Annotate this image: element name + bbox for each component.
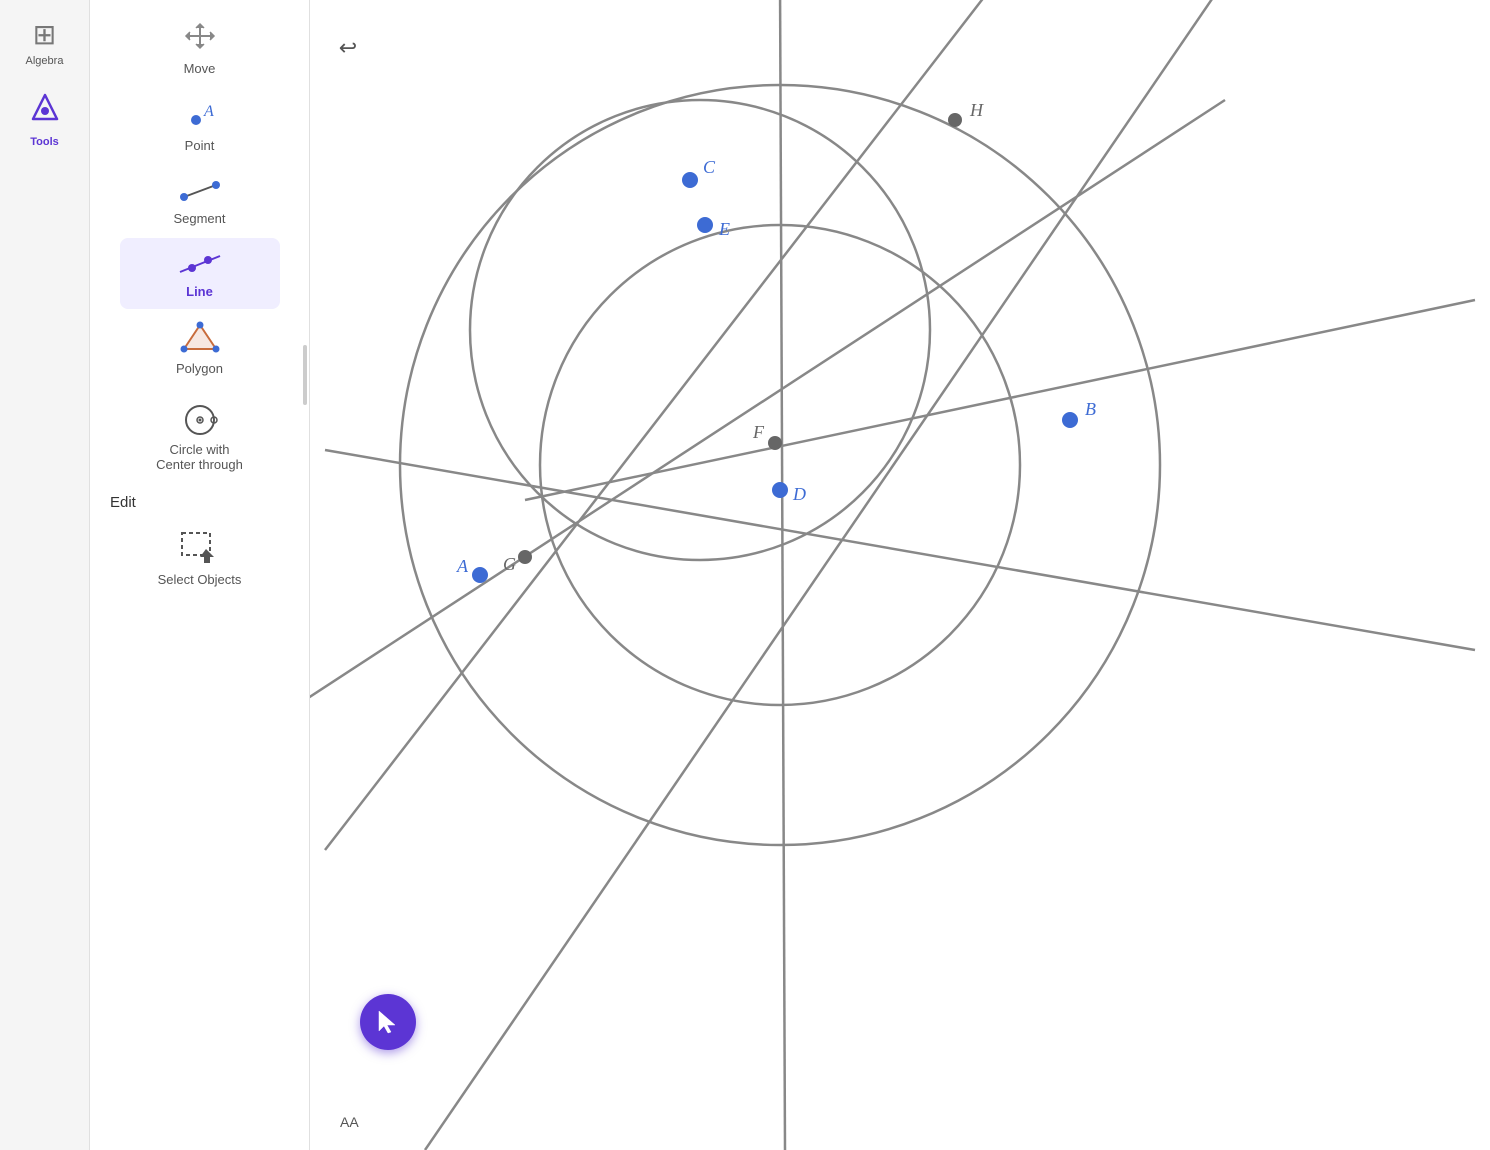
scroll-indicator [303,345,307,405]
point-G[interactable] [518,550,532,564]
tool-move[interactable]: Move [120,10,280,86]
nav-item-tools[interactable]: Tools [5,83,85,156]
tool-select-objects-label: Select Objects [158,572,242,587]
polygon-icon [176,321,224,357]
label-G: G [503,554,516,574]
circle-center-through-icon [176,398,224,438]
left-navigation: ⊞ Algebra Tools [0,0,90,1150]
label-F: F [752,422,765,442]
tool-segment[interactable]: Segment [120,165,280,236]
tools-icon [27,91,63,132]
label-A: A [456,556,469,576]
move-icon [176,20,224,57]
tool-line-label: Line [186,284,213,299]
point-A[interactable] [472,567,488,583]
label-E: E [718,219,730,239]
undo-button[interactable]: ↩ [330,30,366,66]
point-H[interactable] [948,113,962,127]
tool-line[interactable]: Line [120,238,280,309]
svg-text:A: A [203,103,214,120]
tool-polygon[interactable]: Polygon [120,311,280,386]
tool-circle-center-through-label: Circle withCenter through [156,442,243,472]
point-icon: A [176,98,224,134]
canvas-area: ↩ H C E B F [310,0,1490,1150]
undo-icon: ↩ [339,35,357,61]
point-E[interactable] [697,217,713,233]
point-C[interactable] [682,172,698,188]
tool-circle-center-through[interactable]: Circle withCenter through [120,388,280,482]
tool-point[interactable]: A Point [120,88,280,163]
nav-item-algebra[interactable]: ⊞ Algebra [5,10,85,75]
label-D: D [792,484,806,504]
edit-section-header: Edit [90,488,309,517]
label-B: B [1085,399,1096,419]
segment-icon [176,175,224,207]
label-H: H [969,100,984,120]
tool-move-label: Move [184,61,216,76]
tool-polygon-label: Polygon [176,361,223,376]
label-C: C [703,157,716,177]
line-icon [176,248,224,280]
tool-segment-label: Segment [173,211,225,226]
cursor-button[interactable] [360,994,416,1050]
point-F[interactable] [768,436,782,450]
nav-label-tools: Tools [30,136,59,148]
tool-select-objects[interactable]: Select Objects [120,517,280,597]
geometry-canvas: H C E B F D G A [310,0,1490,1150]
point-D[interactable] [772,482,788,498]
nav-label-algebra: Algebra [26,55,64,67]
tool-point-label: Point [185,138,215,153]
select-objects-icon [176,527,224,568]
tools-panel: Move A Point Segment [90,0,310,1150]
cursor-icon [375,1009,401,1035]
calculator-icon: ⊞ [33,18,56,51]
point-B[interactable] [1062,412,1078,428]
font-aa-button[interactable]: AA [340,1114,359,1130]
